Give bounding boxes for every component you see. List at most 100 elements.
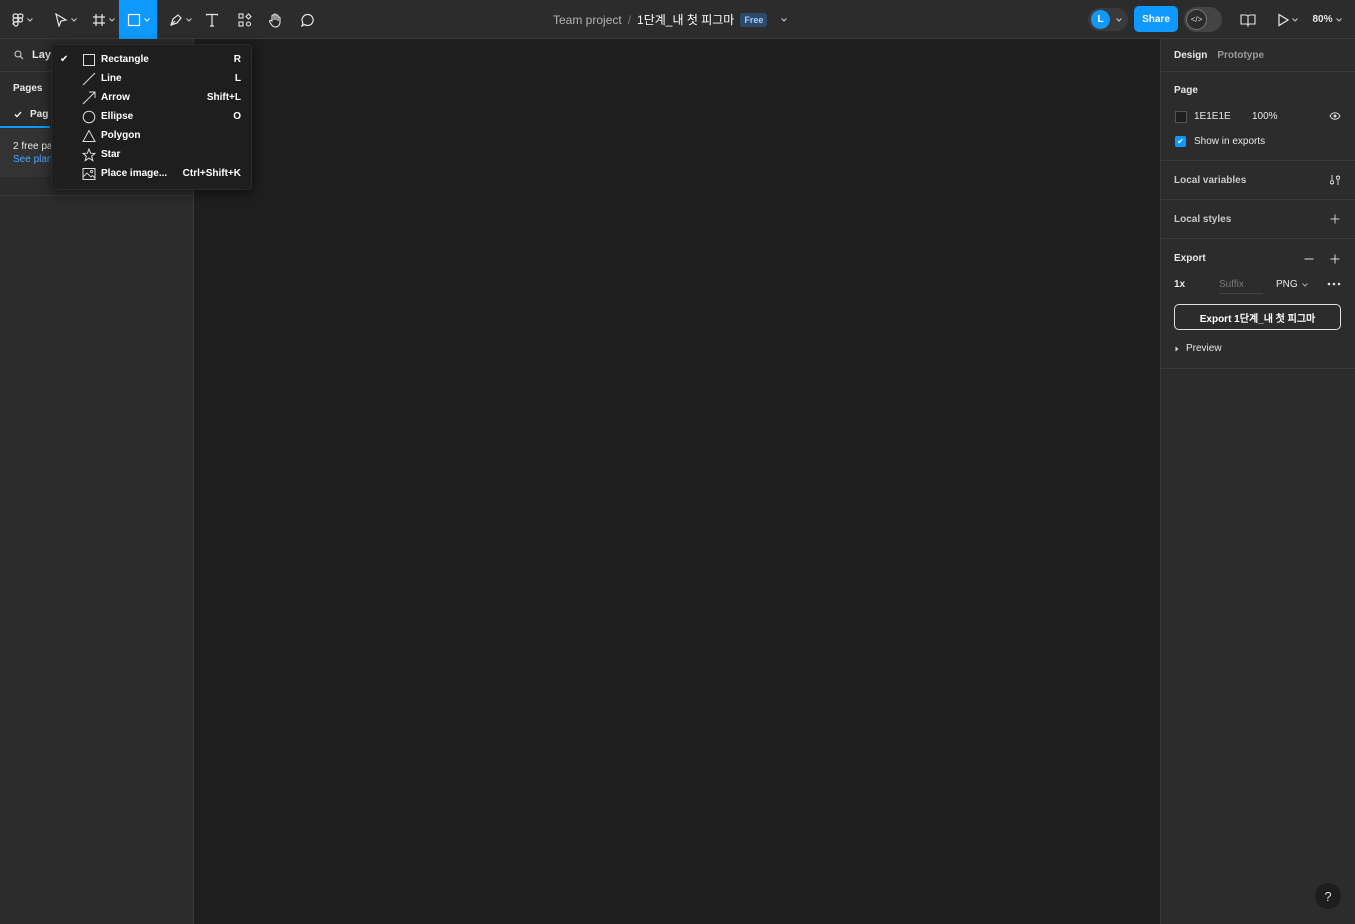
export-format: PNG bbox=[1276, 279, 1298, 290]
chevron-down-icon[interactable] bbox=[781, 17, 788, 22]
chevron-down-icon bbox=[1291, 17, 1298, 22]
text-tool-icon bbox=[205, 13, 219, 27]
canvas[interactable] bbox=[194, 39, 1160, 924]
dev-mode-toggle[interactable]: </> bbox=[1184, 7, 1222, 32]
preview-toggle[interactable]: Preview bbox=[1175, 343, 1222, 354]
menu-item-label: Star bbox=[101, 149, 121, 160]
zoom-menu[interactable]: 80% bbox=[1309, 0, 1345, 39]
variables-button[interactable] bbox=[1328, 173, 1342, 187]
menu-item-shortcut: L bbox=[234, 73, 241, 84]
file-name[interactable]: 1단계_내 첫 피그마 bbox=[637, 11, 734, 28]
show-in-exports-checkbox[interactable]: ✔ bbox=[1175, 136, 1186, 147]
file-title[interactable]: Team project / 1단계_내 첫 피그마 Free bbox=[553, 0, 788, 39]
add-style-button[interactable] bbox=[1328, 212, 1342, 226]
pen-tool-icon bbox=[169, 13, 182, 26]
chevron-down-icon bbox=[26, 17, 33, 22]
page-heading: Page bbox=[1174, 85, 1198, 96]
page-color-hex[interactable]: 1E1E1E bbox=[1194, 111, 1231, 122]
menu-item-place-image[interactable]: Place image... Ctrl+Shift+K bbox=[52, 164, 253, 183]
pages-heading: Pages bbox=[13, 83, 43, 94]
minus-icon bbox=[1304, 258, 1314, 260]
frame-tool-button[interactable] bbox=[88, 0, 118, 39]
comment-tool-button[interactable] bbox=[296, 0, 320, 39]
help-button[interactable]: ? bbox=[1315, 883, 1341, 909]
menu-item-label: Arrow bbox=[101, 92, 130, 103]
menu-item-polygon[interactable]: Polygon bbox=[52, 126, 253, 145]
menu-item-shortcut: Shift+L bbox=[206, 92, 241, 103]
plus-icon bbox=[1330, 254, 1340, 264]
avatar[interactable]: L bbox=[1091, 10, 1110, 29]
tab-prototype[interactable]: Prototype bbox=[1217, 50, 1264, 61]
chevron-down-icon bbox=[1301, 282, 1308, 287]
line-icon bbox=[82, 72, 96, 85]
library-button[interactable] bbox=[1236, 0, 1260, 39]
library-icon bbox=[1240, 13, 1256, 27]
resources-icon bbox=[238, 12, 252, 27]
rectangle-icon bbox=[83, 53, 95, 66]
menu-item-label: Line bbox=[101, 73, 122, 84]
shape-tool-menu: ✔ Rectangle R Line L Arrow Shift+L Ellip… bbox=[51, 44, 252, 190]
export-scale[interactable]: 1x bbox=[1174, 279, 1185, 290]
remove-export-button[interactable] bbox=[1302, 252, 1316, 266]
properties-tabs: Design Prototype bbox=[1161, 39, 1355, 72]
code-icon: </> bbox=[1186, 9, 1207, 30]
export-button[interactable]: Export 1단계_내 첫 피그마 bbox=[1174, 304, 1341, 330]
chevron-down-icon bbox=[143, 17, 150, 22]
menu-item-shortcut: R bbox=[233, 54, 241, 65]
pen-tool-button[interactable] bbox=[166, 0, 194, 39]
menu-item-arrow[interactable]: Arrow Shift+L bbox=[52, 88, 253, 107]
menu-item-rectangle[interactable]: ✔ Rectangle R bbox=[52, 50, 253, 69]
page-color-swatch[interactable] bbox=[1175, 111, 1187, 123]
chevron-down-icon bbox=[70, 17, 77, 22]
local-variables-label: Local variables bbox=[1174, 175, 1247, 186]
more-icon bbox=[1327, 282, 1341, 286]
present-icon bbox=[1277, 12, 1289, 27]
export-settings-button[interactable] bbox=[1326, 278, 1342, 290]
menu-item-label: Place image... bbox=[101, 168, 168, 179]
title-separator: / bbox=[627, 12, 632, 27]
arrow-icon bbox=[82, 91, 96, 104]
chevron-down-icon bbox=[1335, 17, 1342, 22]
export-suffix-input[interactable]: Suffix bbox=[1219, 279, 1263, 294]
plus-icon bbox=[1330, 214, 1340, 224]
toolbar: Team project / 1단계_내 첫 피그마 Free L Share … bbox=[0, 0, 1355, 39]
figma-menu-button[interactable] bbox=[8, 0, 36, 39]
check-icon: ✔ bbox=[60, 54, 69, 65]
present-button[interactable] bbox=[1272, 0, 1302, 39]
tab-design[interactable]: Design bbox=[1174, 50, 1207, 61]
chevron-down-icon bbox=[1116, 18, 1122, 22]
move-tool-button[interactable] bbox=[50, 0, 80, 39]
menu-item-star[interactable]: Star bbox=[52, 145, 253, 164]
team-name[interactable]: Team project bbox=[553, 13, 622, 27]
text-tool-button[interactable] bbox=[200, 0, 224, 39]
local-styles-section[interactable]: Local styles bbox=[1161, 200, 1355, 239]
menu-item-ellipse[interactable]: Ellipse O bbox=[52, 107, 253, 126]
resources-button[interactable] bbox=[233, 0, 257, 39]
comment-icon bbox=[301, 13, 314, 27]
hand-tool-button[interactable] bbox=[264, 0, 288, 39]
page-opacity[interactable]: 100% bbox=[1252, 111, 1278, 122]
show-in-exports-label: Show in exports bbox=[1194, 136, 1266, 147]
image-icon bbox=[82, 167, 96, 180]
right-panel: Design Prototype Page 1E1E1E 100% ✔ Show… bbox=[1160, 39, 1355, 924]
rectangle-tool-icon bbox=[127, 13, 140, 26]
local-variables-section[interactable]: Local variables bbox=[1161, 161, 1355, 200]
menu-item-shortcut: Ctrl+Shift+K bbox=[182, 168, 241, 179]
chevron-down-icon bbox=[185, 17, 192, 22]
check-icon bbox=[14, 111, 22, 117]
figma-menu-icon bbox=[11, 12, 24, 27]
plan-badge: Free bbox=[740, 12, 768, 27]
zoom-level: 80% bbox=[1312, 14, 1333, 25]
multiplayer-avatars[interactable]: L bbox=[1088, 8, 1128, 31]
menu-item-shortcut: O bbox=[233, 111, 241, 122]
share-button[interactable]: Share bbox=[1134, 6, 1178, 32]
menu-item-line[interactable]: Line L bbox=[52, 69, 253, 88]
polygon-icon bbox=[82, 128, 96, 142]
visibility-toggle[interactable] bbox=[1328, 109, 1342, 123]
export-format-select[interactable]: PNG bbox=[1276, 279, 1308, 290]
sliders-icon bbox=[1330, 175, 1340, 185]
shape-tool-button[interactable] bbox=[119, 0, 157, 39]
active-page-indicator bbox=[0, 126, 50, 128]
move-tool-icon bbox=[54, 12, 68, 27]
add-export-button[interactable] bbox=[1328, 252, 1342, 266]
